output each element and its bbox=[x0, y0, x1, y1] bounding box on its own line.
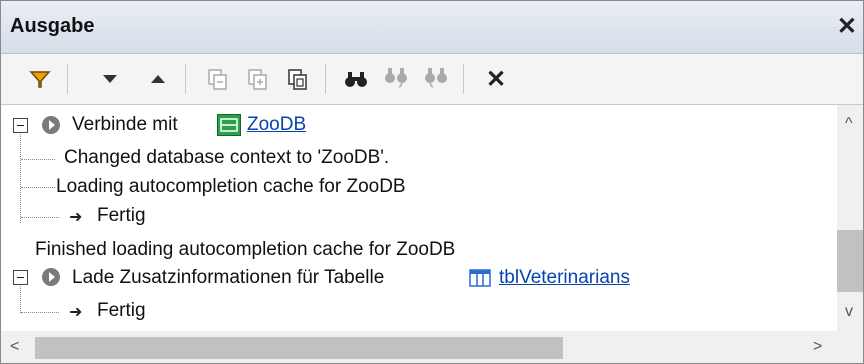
find-previous-icon[interactable] bbox=[379, 62, 413, 96]
output-panel: Ausgabe ✕ ✕ Verbinde mit ZooDB Changed d… bbox=[0, 0, 864, 364]
scrollbar-corner bbox=[837, 331, 863, 363]
tree-line bbox=[21, 187, 55, 188]
collapse-toggle[interactable] bbox=[13, 270, 28, 285]
toolbar-separator bbox=[185, 64, 186, 94]
table-link[interactable]: tblVeterinarians bbox=[499, 267, 630, 289]
tree-line bbox=[21, 217, 59, 218]
clear-icon[interactable]: ✕ bbox=[479, 62, 513, 96]
tree-line bbox=[20, 125, 21, 223]
copy-selected-icon[interactable] bbox=[201, 62, 235, 96]
find-icon[interactable] bbox=[339, 62, 373, 96]
run-status-icon bbox=[42, 116, 60, 134]
panel-title: Ausgabe bbox=[10, 15, 95, 37]
find-next-icon[interactable] bbox=[419, 62, 453, 96]
horizontal-scrollbar[interactable]: < > bbox=[1, 331, 837, 363]
table-icon bbox=[469, 269, 491, 287]
collapse-toggle[interactable] bbox=[13, 118, 28, 133]
connect-label: Verbinde mit bbox=[72, 114, 178, 135]
run-status-icon bbox=[42, 268, 60, 286]
close-panel-button[interactable]: ✕ bbox=[837, 12, 857, 41]
scroll-up-icon[interactable]: ^ bbox=[845, 115, 853, 133]
toolbar-separator bbox=[463, 64, 464, 94]
output-message: Fertig bbox=[97, 205, 146, 226]
move-down-icon[interactable] bbox=[93, 62, 127, 96]
output-toolbar: ✕ bbox=[1, 54, 863, 105]
copy-to-clipboard-icon[interactable] bbox=[281, 62, 315, 96]
output-message: Finished loading autocompletion cache fo… bbox=[35, 239, 456, 260]
scroll-down-icon[interactable]: v bbox=[845, 303, 853, 321]
vertical-scrollbar[interactable]: ^ v bbox=[837, 105, 863, 331]
output-message: Changed database context to 'ZooDB'. bbox=[64, 147, 390, 168]
database-icon bbox=[217, 114, 241, 136]
arrow-right-icon: ➜ bbox=[69, 304, 83, 321]
copy-all-icon[interactable] bbox=[241, 62, 275, 96]
toolbar-separator bbox=[67, 64, 68, 94]
tree-line bbox=[21, 312, 59, 313]
database-link[interactable]: ZooDB bbox=[247, 114, 306, 136]
output-content: Verbinde mit ZooDB Changed database cont… bbox=[1, 105, 837, 331]
arrow-right-icon: ➜ bbox=[69, 209, 83, 226]
toolbar-separator bbox=[325, 64, 326, 94]
output-message: Fertig bbox=[97, 300, 146, 321]
move-up-icon[interactable] bbox=[141, 62, 175, 96]
tree-line bbox=[21, 159, 55, 160]
tree-line bbox=[20, 281, 21, 313]
panel-titlebar: Ausgabe ✕ bbox=[1, 1, 863, 54]
filter-icon[interactable] bbox=[23, 62, 57, 96]
vertical-scroll-thumb[interactable] bbox=[837, 230, 863, 292]
output-message: Lade Zusatzinformationen für Tabelle bbox=[72, 267, 385, 288]
output-message: Loading autocompletion cache for ZooDB bbox=[56, 176, 406, 197]
scroll-left-icon[interactable]: < bbox=[10, 338, 19, 356]
scroll-right-icon[interactable]: > bbox=[813, 338, 822, 356]
horizontal-scroll-thumb[interactable] bbox=[35, 337, 563, 359]
